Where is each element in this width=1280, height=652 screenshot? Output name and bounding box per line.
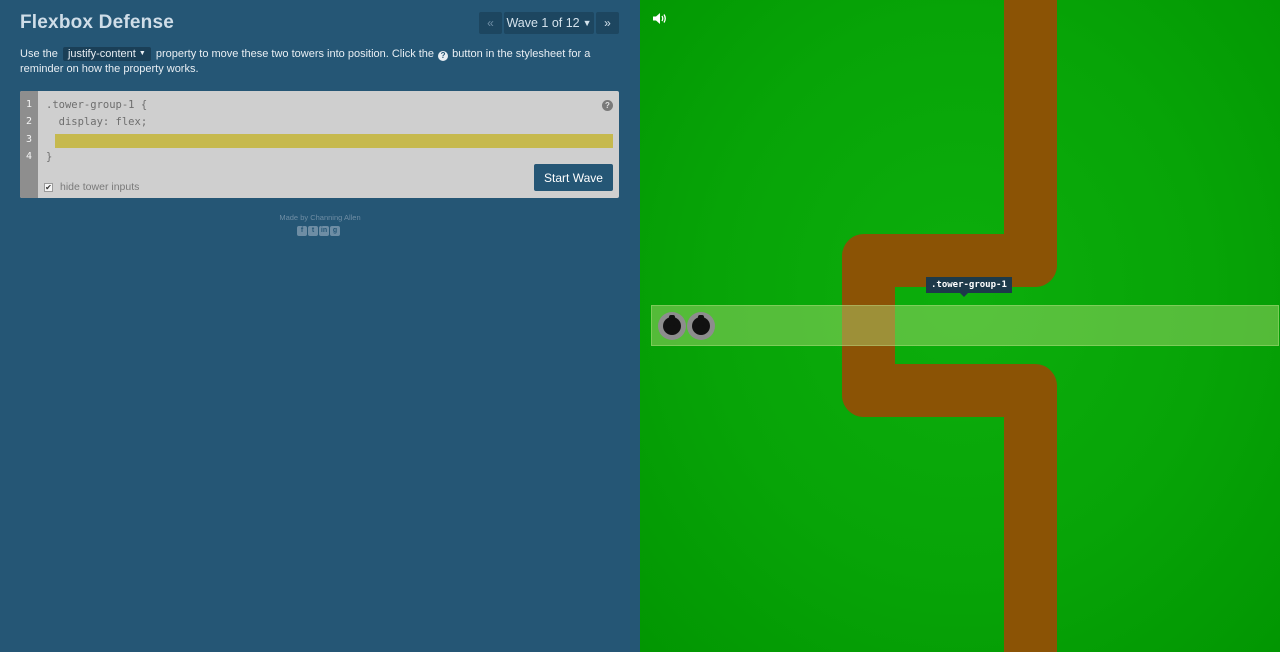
line-number: 4	[25, 151, 33, 162]
wave-navigation: « Wave 1 of 12 ▼ »	[479, 12, 619, 34]
next-wave-button[interactable]: »	[596, 12, 619, 34]
caret-down-icon: ▼	[138, 50, 146, 58]
code-line-closing-brace: }	[46, 151, 53, 163]
line-number: 3	[25, 134, 33, 145]
line-number: 1	[25, 99, 33, 110]
tower-barrel	[698, 314, 704, 326]
start-wave-button[interactable]: Start Wave	[534, 164, 613, 191]
css-property-input[interactable]	[55, 134, 613, 148]
previous-wave-button[interactable]: «	[479, 12, 502, 34]
social-links: f t in g	[297, 226, 340, 236]
hide-tower-inputs-toggle[interactable]: ✔ hide tower inputs	[44, 181, 139, 193]
help-inline-icon: ?	[438, 51, 449, 61]
wave-selector-button[interactable]: Wave 1 of 12 ▼	[504, 12, 594, 34]
tower-group-label: .tower-group-1	[926, 277, 1012, 297]
hide-tower-inputs-checkbox[interactable]: ✔	[44, 182, 53, 192]
help-icon[interactable]: ?	[602, 100, 613, 111]
app-title: Flexbox Defense	[20, 12, 174, 33]
tower-barrel	[669, 314, 675, 326]
game-board: .tower-group-1	[640, 0, 1280, 652]
code-line-selector: .tower-group-1 {	[46, 99, 148, 111]
github-icon[interactable]: g	[330, 226, 340, 236]
tower-group-1	[651, 305, 1279, 346]
hide-tower-inputs-label: hide tower inputs	[60, 181, 140, 193]
instructions-text: Use the justify-content ▼ property to mov…	[20, 47, 620, 77]
line-number: 2	[25, 116, 33, 127]
instructions-part1: Use the	[20, 48, 58, 60]
tower	[658, 311, 686, 340]
facebook-icon[interactable]: f	[297, 226, 307, 236]
line-number-gutter: 1 2 3 4	[20, 91, 38, 198]
property-name: justify-content	[67, 48, 136, 60]
sound-icon[interactable]	[652, 12, 667, 30]
caret-down-icon: ▼	[582, 18, 592, 28]
stylesheet-editor: 1 2 3 4 .tower-group-1 { display: flex; …	[20, 91, 619, 198]
twitter-icon[interactable]: t	[308, 226, 318, 236]
instructions-part2: property to move these two towers into p…	[155, 48, 435, 60]
instructions-panel: Flexbox Defense « Wave 1 of 12 ▼ » Use t…	[0, 0, 640, 652]
code-line-display: display: flex;	[46, 116, 148, 128]
wave-label: Wave 1 of 12	[506, 16, 580, 30]
author-credit: Made by Channing Allen	[279, 213, 361, 222]
tower	[687, 311, 715, 340]
linkedin-icon[interactable]: in	[319, 226, 329, 236]
enemy-path-segment	[1004, 390, 1057, 652]
property-dropdown[interactable]: justify-content ▼	[62, 47, 151, 62]
